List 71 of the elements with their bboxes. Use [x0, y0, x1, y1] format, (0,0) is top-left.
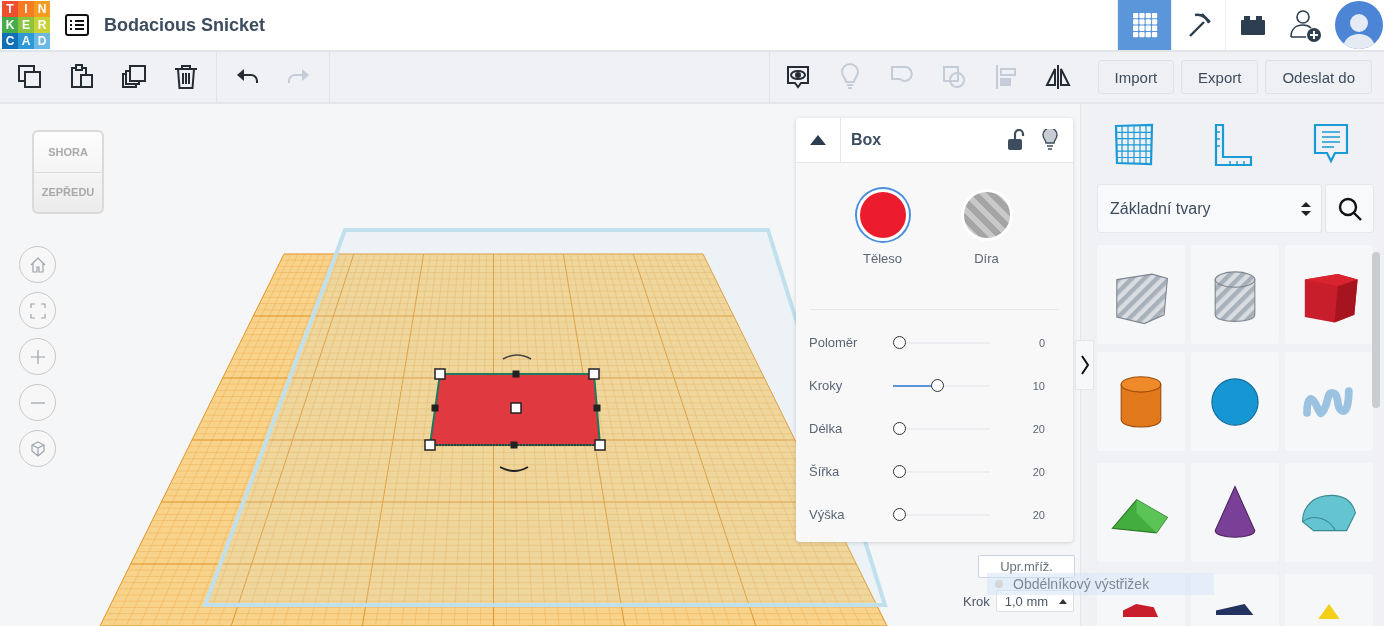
shape-tile[interactable] — [1285, 463, 1373, 562]
snap-dropdown[interactable]: 1,0 mm — [995, 590, 1074, 612]
wedge-shape-icon — [1216, 604, 1254, 615]
category-dropdown[interactable]: Základní tvary — [1097, 184, 1322, 233]
slider-value: 20 — [1031, 465, 1046, 478]
search-button[interactable] — [1325, 184, 1374, 233]
selected-box-drawing[interactable] — [424, 354, 606, 472]
hole-mode-button[interactable]: Díra — [960, 189, 1013, 309]
logo-letter: K — [2, 17, 18, 33]
chevron-icon — [1079, 354, 1090, 376]
logo-letter: R — [34, 17, 50, 33]
fit-icon — [27, 300, 48, 321]
edit-grid-button[interactable]: Upr.mříž. — [978, 555, 1075, 578]
shape-tile[interactable] — [1097, 245, 1185, 344]
search-icon — [1336, 195, 1363, 222]
shape-tile[interactable] — [1191, 245, 1279, 344]
pyramid-shape-icon — [1318, 604, 1340, 620]
slider-value: 0 — [1037, 336, 1046, 349]
project-title: Bodacious Snicket — [104, 14, 266, 36]
slider[interactable] — [893, 422, 990, 435]
duplicate-icon — [120, 63, 148, 91]
shape-tile[interactable] — [1285, 245, 1373, 344]
slider[interactable] — [893, 336, 990, 349]
add-user-icon — [1288, 8, 1322, 42]
shape-name: Box — [851, 131, 882, 149]
shape-tile[interactable] — [1191, 352, 1279, 451]
snap-label: Krok — [963, 593, 990, 609]
logo-letter: A — [18, 33, 34, 49]
slider-value: 10 — [1031, 379, 1046, 392]
toolbar-button[interactable]: Import — [1097, 60, 1175, 94]
slider[interactable] — [893, 379, 990, 392]
caret-icon — [810, 135, 826, 145]
zoom-out-icon — [29, 401, 46, 404]
logo-letter: D — [34, 33, 50, 49]
panel-toggle-button[interactable] — [1075, 340, 1094, 390]
copy-icon — [16, 63, 44, 91]
menu-icon — [65, 14, 89, 36]
shape-tile[interactable] — [1097, 352, 1185, 451]
scrollbar[interactable] — [1372, 252, 1380, 408]
logo-letter: C — [2, 33, 18, 49]
slider-label: Šířka — [809, 464, 841, 479]
slider-label: Délka — [809, 421, 844, 436]
logo-letter: T — [2, 1, 18, 17]
slider[interactable] — [893, 465, 990, 478]
slider[interactable] — [893, 508, 990, 521]
avatar-icon[interactable] — [1335, 1, 1383, 49]
bulb-icon[interactable] — [1039, 129, 1061, 151]
logo-letter: I — [18, 1, 34, 17]
shape-tile[interactable] — [1285, 352, 1373, 451]
logo-letter: N — [34, 1, 50, 17]
slider-label: Kroky — [809, 378, 844, 393]
slider-label: Poloměr — [809, 335, 859, 350]
perspective-button[interactable] — [19, 430, 56, 467]
slider-value: 20 — [1031, 422, 1046, 435]
shape-tile[interactable] — [1191, 463, 1279, 562]
slider-label: Výška — [809, 507, 846, 522]
cube-face-label: SHORA — [48, 146, 88, 158]
slider-value: 20 — [1031, 508, 1046, 521]
shape-tile[interactable] — [1097, 463, 1185, 562]
delete-icon — [172, 63, 200, 91]
mirror-icon — [1043, 63, 1072, 91]
grid-icon — [1130, 11, 1159, 39]
cube-face-label: ZEPŘEDU — [41, 186, 95, 198]
toolbar-button[interactable]: Odeslat do — [1265, 60, 1372, 94]
solid-mode-button[interactable]: Těleso — [856, 189, 909, 309]
sort-arrows-icon — [1301, 200, 1311, 217]
caret-icon — [1058, 598, 1067, 604]
paste-icon — [68, 63, 96, 91]
lock-open-icon[interactable] — [1005, 129, 1027, 151]
logo-letter: E — [18, 17, 34, 33]
toolbar-button[interactable]: Export — [1181, 60, 1259, 94]
